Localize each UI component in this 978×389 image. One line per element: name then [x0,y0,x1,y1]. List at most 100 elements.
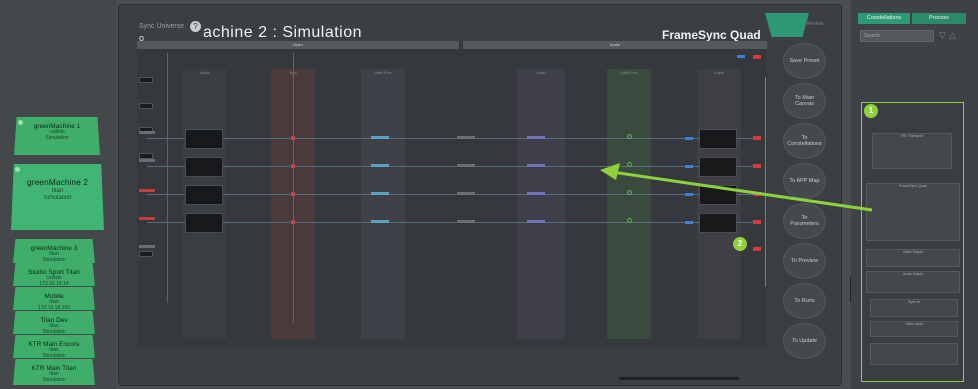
tab-process[interactable]: Process [912,13,966,24]
video-block[interactable] [185,185,223,205]
connector[interactable] [753,220,761,224]
status-dot [15,167,20,172]
to-parameters-button[interactable]: To Parameters [783,203,826,239]
connector[interactable] [685,137,693,140]
sync-universe-label: Sync Universe [139,23,185,30]
video-proc-strip[interactable] [371,192,389,195]
column-label: Video Proc [374,71,392,75]
output-block[interactable] [699,213,737,233]
column-label: Audio [536,71,546,75]
palette-section-audio-output[interactable]: Audio Output [866,271,960,293]
input-box[interactable] [139,103,153,109]
output-block[interactable] [699,185,737,205]
sync-node[interactable] [291,220,295,224]
tab-constellations[interactable]: Constellations [858,13,910,24]
device-status: Simulation [43,194,72,201]
connector[interactable] [737,55,745,58]
to-app-map-button[interactable]: To APP Map [783,163,826,199]
video-block[interactable] [185,129,223,149]
save-preset-button[interactable]: Save Preset [783,43,826,79]
to-main-canvas-button[interactable]: To Main Canvas [783,83,826,119]
device-card[interactable]: Studio Sport Titan callisto 172.16.18.14 [13,263,95,286]
device-name: greenMachine 3 [30,245,78,252]
input-box[interactable] [139,251,153,257]
column-label: Audio Proc [620,71,638,75]
device-card[interactable]: KTR Main Titan titan Simulation [13,359,95,385]
video-block[interactable] [185,157,223,177]
bus-line [293,53,294,323]
to-constellations-button[interactable]: To Constellations [783,123,826,159]
connector[interactable] [685,193,693,196]
device-card[interactable]: Titan Dev titan Simulation [13,311,95,334]
audio-strip[interactable] [527,220,545,223]
tag-chip [457,136,475,139]
annotation-badge-1: 1 [864,104,878,118]
to-runs-button[interactable]: To Runs [783,283,826,319]
audio-proc-node[interactable] [627,190,632,195]
output-block[interactable] [699,157,737,177]
palette-section-video-input[interactable]: Video Input [870,321,958,337]
device-name: Mobile [44,293,64,300]
video-proc-strip[interactable] [371,220,389,223]
palette-section-framesync[interactable]: FrameSync Quad [866,183,960,241]
audio-strip[interactable] [527,164,545,167]
device-name: greenMachine 1 [33,123,81,130]
signal-wire [147,138,759,139]
device-card[interactable]: greenMachine 1 callisto Simulation [14,117,100,155]
review-tab-tag[interactable] [765,13,809,37]
audio-strip[interactable] [527,136,545,139]
annotation-badge-2: 2 [733,237,747,251]
device-name: Studio Sport Titan [28,269,80,276]
tag-chip [457,220,475,223]
review-label: Review [807,21,824,27]
connector[interactable] [753,164,761,168]
audio-proc-node[interactable] [627,162,632,167]
palette-section-video-output[interactable]: Video Output [866,249,960,267]
column-label: Inputs [200,71,210,75]
connector[interactable] [753,136,761,140]
audio-strip[interactable] [527,192,545,195]
right-panel: Constellations Process Search ▽ △ FS1 Tr… [851,0,978,389]
device-card[interactable]: KTR Main Encore titan Simulation [13,335,95,358]
row-tag [139,245,155,248]
input-box[interactable] [139,77,153,83]
to-update-button[interactable]: To Update [783,323,826,359]
audio-proc-node[interactable] [627,218,632,223]
audio-proc-node[interactable] [627,134,632,139]
sync-node[interactable] [291,164,295,168]
connector[interactable] [685,221,693,224]
page-title: achine 2 : Simulation [203,24,363,41]
connector[interactable] [685,165,693,168]
palette-section-sync-in[interactable]: Sync In [870,299,958,317]
horizontal-scrollbar[interactable] [619,377,739,380]
video-proc-strip[interactable] [371,136,389,139]
device-card-selected[interactable]: greenMachine 2 titan Simulation [11,164,104,230]
sync-node[interactable] [291,192,295,196]
signal-flow-canvas[interactable]: Video Audio Inputs Sync Video Proc Audio… [137,41,767,347]
device-card[interactable]: Mobile titan 172.16.18.190 [13,287,95,310]
filter-icon[interactable]: ▽ [939,30,946,41]
warning-icon[interactable]: △ [949,30,956,41]
screen: greenMachine 1 callisto Simulation green… [0,0,978,389]
app-palette-box: FS1 Transport FrameSync Quad Video Outpu… [861,102,964,382]
main-panel: Sync Universe ? o achine 2 : Simulation … [118,4,842,386]
signal-wire [147,194,759,195]
palette-section-transport[interactable]: FS1 Transport [872,133,952,169]
connector[interactable] [753,192,761,196]
search-input[interactable]: Search [860,30,934,42]
output-block[interactable] [699,129,737,149]
column-video-proc [361,69,405,339]
connector[interactable] [753,247,761,251]
help-icon[interactable]: ? [190,21,201,32]
section-bar-audio: Audio [463,41,767,49]
device-card[interactable]: greenMachine 3 titan Simulation [13,239,95,263]
device-list: greenMachine 1 callisto Simulation green… [0,0,116,389]
sync-node[interactable] [291,136,295,140]
section-bar-video: Video [137,41,459,49]
video-block[interactable] [185,213,223,233]
row-tag [139,159,155,162]
to-preview-button[interactable]: To Preview [783,243,826,279]
video-proc-strip[interactable] [371,164,389,167]
connector[interactable] [753,55,761,59]
palette-section-blank[interactable] [870,343,958,365]
